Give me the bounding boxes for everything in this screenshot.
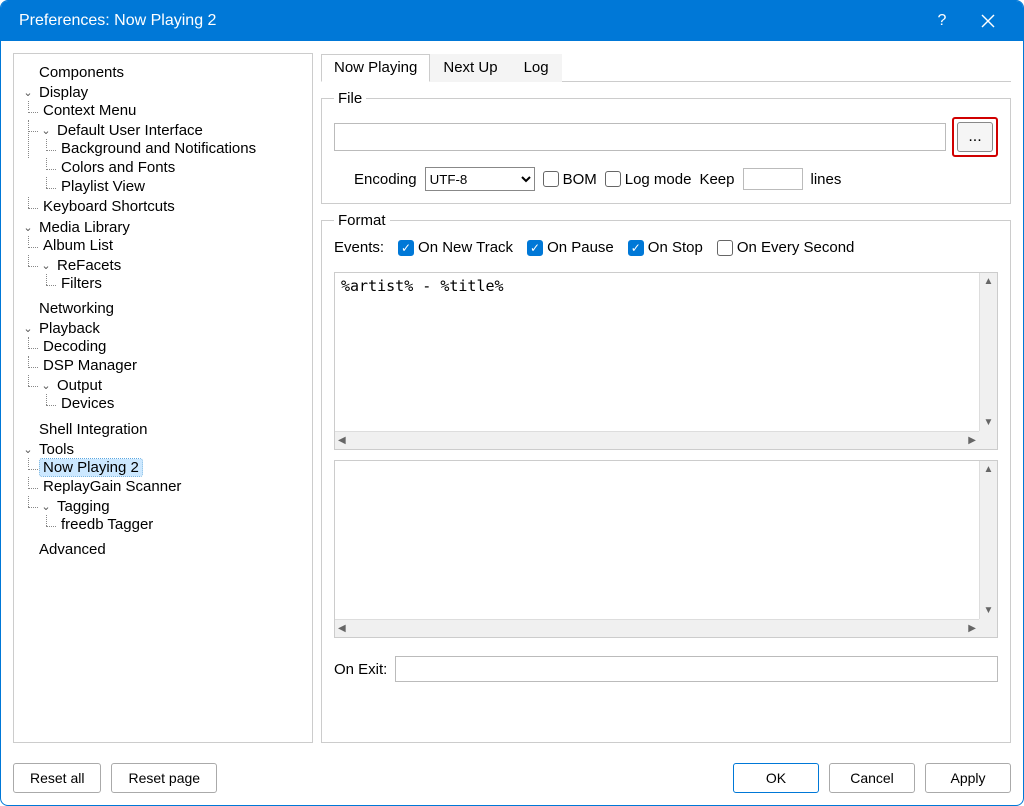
scroll-corner xyxy=(979,431,997,449)
scrollbar-horizontal[interactable]: ◀▶ xyxy=(335,619,979,637)
scroll-right-icon: ▶ xyxy=(968,623,976,634)
on-stop-label: On Stop xyxy=(648,239,703,256)
scroll-right-icon: ▶ xyxy=(968,435,976,446)
tree-freedb[interactable]: freedb Tagger xyxy=(58,516,156,533)
tree-decoding[interactable]: Decoding xyxy=(40,338,109,355)
browse-highlight: ... xyxy=(952,117,998,157)
events-label: Events: xyxy=(334,239,384,256)
format-preview-area[interactable]: ▲▼ ◀▶ xyxy=(334,460,998,638)
on-exit-label: On Exit: xyxy=(334,661,387,678)
file-path-input[interactable] xyxy=(334,123,946,151)
lines-label: lines xyxy=(811,171,842,188)
tree-components[interactable]: Components xyxy=(36,64,127,81)
format-template-text[interactable]: %artist% - %title% xyxy=(335,273,997,373)
format-preview-text xyxy=(335,461,997,561)
tree-album-list[interactable]: Album List xyxy=(40,237,116,254)
on-pause-label: On Pause xyxy=(547,239,614,256)
tree-output[interactable]: Output xyxy=(54,377,105,394)
tree-bg-notif[interactable]: Background and Notifications xyxy=(58,140,259,157)
tree-advanced[interactable]: Advanced xyxy=(36,541,109,558)
titlebar: Preferences: Now Playing 2 ? xyxy=(1,1,1023,41)
tab-next-up[interactable]: Next Up xyxy=(430,54,510,82)
tree-filters[interactable]: Filters xyxy=(58,275,105,292)
scroll-up-icon: ▲ xyxy=(984,276,994,287)
scroll-left-icon: ◀ xyxy=(338,435,346,446)
apply-button[interactable]: Apply xyxy=(925,763,1011,793)
chevron-down-icon[interactable]: ⌄ xyxy=(22,322,34,335)
reset-all-button[interactable]: Reset all xyxy=(13,763,101,793)
keep-lines-input[interactable] xyxy=(743,168,803,190)
tab-log[interactable]: Log xyxy=(511,54,562,82)
chevron-down-icon[interactable]: ⌄ xyxy=(22,221,34,234)
help-button[interactable]: ? xyxy=(919,1,965,41)
ok-button[interactable]: OK xyxy=(733,763,819,793)
bom-label: BOM xyxy=(563,171,597,188)
on-exit-input[interactable] xyxy=(395,656,998,682)
tree-media-library[interactable]: Media Library xyxy=(36,219,133,236)
on-new-track-label: On New Track xyxy=(418,239,513,256)
tree-context-menu[interactable]: Context Menu xyxy=(40,102,139,119)
window-title: Preferences: Now Playing 2 xyxy=(19,12,919,30)
tree-tagging[interactable]: Tagging xyxy=(54,498,113,515)
scroll-down-icon: ▼ xyxy=(984,605,994,616)
format-template-area[interactable]: %artist% - %title% ▲▼ ◀▶ xyxy=(334,272,998,450)
preferences-window: Preferences: Now Playing 2 ? Components … xyxy=(0,0,1024,806)
format-legend: Format xyxy=(334,212,390,229)
cancel-button[interactable]: Cancel xyxy=(829,763,915,793)
keep-label: Keep xyxy=(699,171,734,188)
tree-shell[interactable]: Shell Integration xyxy=(36,421,150,438)
scrollbar-vertical[interactable]: ▲▼ xyxy=(979,273,997,431)
category-tree[interactable]: Components ⌄Display Context Menu ⌄Defaul… xyxy=(13,53,313,743)
scroll-up-icon: ▲ xyxy=(984,464,994,475)
scrollbar-vertical[interactable]: ▲▼ xyxy=(979,461,997,619)
reset-page-button[interactable]: Reset page xyxy=(111,763,217,793)
scrollbar-horizontal[interactable]: ◀▶ xyxy=(335,431,979,449)
tree-replaygain[interactable]: ReplayGain Scanner xyxy=(40,478,184,495)
on-new-track-checkbox[interactable]: ✓ xyxy=(398,240,414,256)
chevron-down-icon[interactable]: ⌄ xyxy=(40,124,52,137)
on-every-second-checkbox[interactable] xyxy=(717,240,733,256)
on-every-second-label: On Every Second xyxy=(737,239,855,256)
tree-playlist-view[interactable]: Playlist View xyxy=(58,178,148,195)
tree-playback[interactable]: Playback xyxy=(36,320,103,337)
encoding-select[interactable]: UTF-8 xyxy=(425,167,535,191)
format-group: Format Events: ✓On New Track ✓On Pause ✓… xyxy=(321,212,1011,743)
tree-dsp[interactable]: DSP Manager xyxy=(40,357,140,374)
chevron-down-icon[interactable]: ⌄ xyxy=(22,443,34,456)
tab-bar: Now Playing Next Up Log xyxy=(321,53,1011,82)
logmode-label: Log mode xyxy=(625,171,692,188)
encoding-label: Encoding xyxy=(354,171,417,188)
tree-refacets[interactable]: ReFacets xyxy=(54,257,124,274)
tree-colors-fonts[interactable]: Colors and Fonts xyxy=(58,159,178,176)
scroll-down-icon: ▼ xyxy=(984,417,994,428)
close-icon xyxy=(981,14,995,28)
settings-panel: Now Playing Next Up Log File ... Encodin… xyxy=(321,53,1011,743)
tree-default-ui[interactable]: Default User Interface xyxy=(54,122,206,139)
tree-tools[interactable]: Tools xyxy=(36,441,77,458)
chevron-down-icon[interactable]: ⌄ xyxy=(40,259,52,272)
chevron-down-icon[interactable]: ⌄ xyxy=(22,86,34,99)
tab-now-playing[interactable]: Now Playing xyxy=(321,54,430,82)
bom-checkbox[interactable] xyxy=(543,171,559,187)
file-legend: File xyxy=(334,90,366,107)
scroll-left-icon: ◀ xyxy=(338,623,346,634)
button-bar: Reset all Reset page OK Cancel Apply xyxy=(1,755,1023,805)
tree-display[interactable]: Display xyxy=(36,84,91,101)
browse-button[interactable]: ... xyxy=(957,122,993,152)
tree-devices[interactable]: Devices xyxy=(58,395,117,412)
chevron-down-icon[interactable]: ⌄ xyxy=(40,379,52,392)
on-pause-checkbox[interactable]: ✓ xyxy=(527,240,543,256)
logmode-checkbox[interactable] xyxy=(605,171,621,187)
on-stop-checkbox[interactable]: ✓ xyxy=(628,240,644,256)
tree-now-playing-2[interactable]: Now Playing 2 xyxy=(40,459,142,476)
file-group: File ... Encoding UTF-8 BOM xyxy=(321,90,1011,204)
scroll-corner xyxy=(979,619,997,637)
chevron-down-icon[interactable]: ⌄ xyxy=(40,500,52,513)
close-button[interactable] xyxy=(965,1,1011,41)
tree-networking[interactable]: Networking xyxy=(36,300,117,317)
tree-keyboard[interactable]: Keyboard Shortcuts xyxy=(40,198,178,215)
